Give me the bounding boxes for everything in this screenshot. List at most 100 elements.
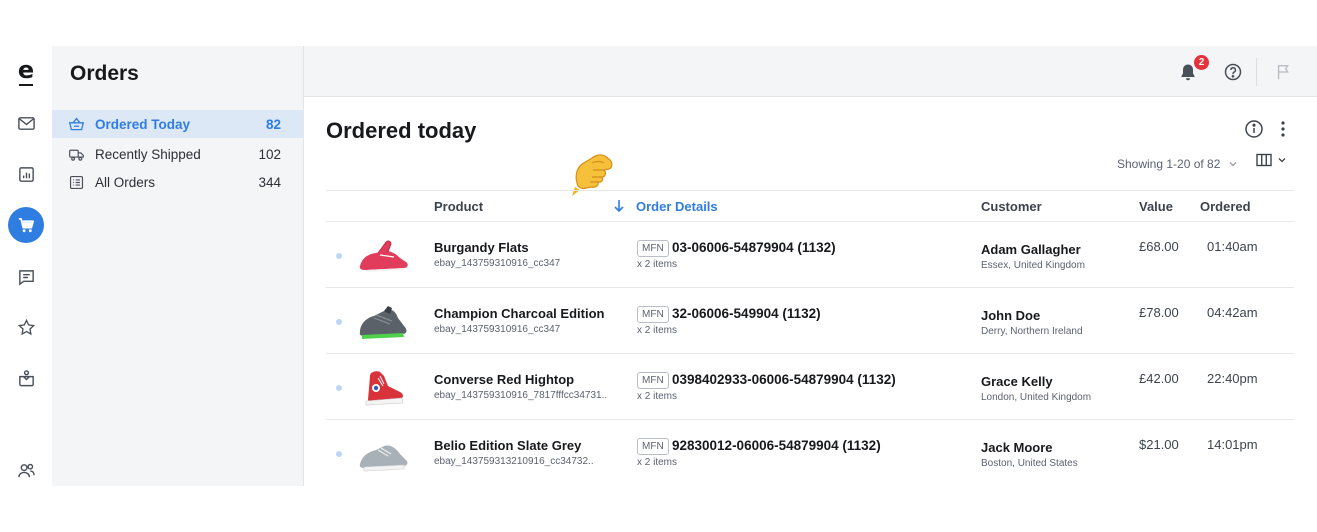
icon-rail: e: [0, 46, 52, 486]
flag-icon: [1277, 65, 1289, 80]
mail-icon: [17, 116, 35, 130]
order-item-count: x 2 items: [637, 391, 678, 402]
sidebar-title: Orders: [70, 62, 139, 85]
order-value: £78.00: [1139, 305, 1179, 320]
order-item-count: x 2 items: [637, 457, 678, 468]
truck-icon: [69, 149, 84, 161]
table-row[interactable]: Burgandy Flats ebay_143759310916_cc347 M…: [326, 222, 1294, 288]
customer-location: London, United Kingdom: [981, 392, 1092, 403]
order-time: 04:42am: [1207, 305, 1258, 320]
order-time: 01:40am: [1207, 239, 1258, 254]
rail-item-reports[interactable]: [0, 158, 52, 190]
flag-button[interactable]: [1272, 60, 1296, 84]
help-icon: [1224, 63, 1242, 81]
product-sku: ebay_143759310916_cc347: [434, 258, 561, 269]
shoe-hightop-image: [365, 371, 404, 406]
order-id[interactable]: 32-06006-549904 (1132): [672, 306, 821, 321]
shoe-flat-image: [359, 240, 408, 272]
column-header-product[interactable]: Product: [434, 199, 483, 214]
sidebar-item-all-orders[interactable]: All Orders 344: [52, 168, 303, 196]
product-sku: ebay_143759310916_cc347: [434, 324, 561, 335]
unread-dot: [336, 385, 342, 391]
customer-name[interactable]: Grace Kelly: [981, 374, 1053, 389]
fulfilment-tag: MFN: [637, 372, 669, 389]
column-header-ordered[interactable]: Ordered: [1200, 199, 1251, 214]
topbar-divider: [1256, 58, 1257, 86]
sidebar-item-count: 102: [258, 146, 281, 162]
customer-location: Boston, United States: [981, 458, 1078, 469]
unread-dot: [336, 319, 342, 325]
order-item-count: x 2 items: [637, 325, 678, 336]
chevron-down-icon: [1229, 162, 1237, 167]
customer-location: Essex, United Kingdom: [981, 260, 1085, 271]
order-value: $21.00: [1139, 437, 1179, 452]
table-row[interactable]: Belio Edition Slate Grey ebay_1437593132…: [326, 420, 1294, 486]
help-button[interactable]: [1221, 60, 1245, 84]
sidebar-item-label: Ordered Today: [95, 116, 191, 132]
more-options-icon[interactable]: [1276, 119, 1290, 139]
order-id[interactable]: 92830012-06006-54879904 (1132): [672, 438, 881, 453]
sidebar-item-count: 344: [258, 174, 281, 190]
reports-icon: [18, 166, 34, 182]
rail-item-mail[interactable]: [0, 107, 52, 139]
order-time: 14:01pm: [1207, 437, 1258, 452]
messages-icon: [18, 269, 34, 286]
top-bar: [304, 46, 1317, 97]
order-time: 22:40pm: [1207, 371, 1258, 386]
product-sku: ebay_143759313210916_cc34732..: [434, 456, 594, 467]
star-icon: [17, 318, 35, 335]
sidebar-item-ordered-today[interactable]: Ordered Today 82: [52, 110, 303, 138]
rail-item-messages[interactable]: [0, 261, 52, 293]
customer-name[interactable]: Adam Gallagher: [981, 242, 1081, 257]
order-id[interactable]: 0398402933-06006-54879904 (1132): [672, 372, 896, 387]
sidebar-item-count: 82: [265, 116, 281, 132]
shoe-sneaker-image: [359, 306, 407, 339]
column-header-order-details[interactable]: Order Details: [636, 199, 718, 214]
app-logo[interactable]: e: [0, 54, 52, 86]
column-header-customer[interactable]: Customer: [981, 199, 1042, 214]
chevron-down-icon: [1278, 158, 1286, 163]
rail-item-favorites[interactable]: [0, 311, 52, 343]
fulfilment-tag: MFN: [637, 306, 669, 323]
rail-item-orders[interactable]: [0, 207, 52, 243]
product-name[interactable]: Belio Edition Slate Grey: [434, 438, 581, 453]
rail-active-indicator: [8, 207, 44, 243]
sidebar-item-label: All Orders: [95, 174, 156, 190]
cart-icon: [18, 217, 34, 232]
columns-icon: [1256, 153, 1272, 167]
sidebar-item-label: Recently Shipped: [95, 146, 201, 162]
product-name[interactable]: Converse Red Hightop: [434, 372, 574, 387]
customer-location: Derry, Northern Ireland: [981, 326, 1083, 337]
customer-name[interactable]: John Doe: [981, 308, 1040, 323]
users-icon: [17, 463, 35, 477]
columns-button[interactable]: [1256, 153, 1288, 167]
product-name[interactable]: Champion Charcoal Edition: [434, 306, 604, 321]
table-row[interactable]: Champion Charcoal Edition ebay_143759310…: [326, 288, 1294, 354]
customer-name[interactable]: Jack Moore: [981, 440, 1053, 455]
sidebar-item-recently-shipped[interactable]: Recently Shipped 102: [52, 140, 303, 168]
product-name[interactable]: Burgandy Flats: [434, 240, 529, 255]
fulfilment-tag: MFN: [637, 438, 669, 455]
notification-badge: 2: [1193, 54, 1210, 71]
rail-item-inventory[interactable]: [0, 362, 52, 394]
shoe-slipon-image: [359, 445, 408, 472]
unread-dot: [336, 253, 342, 259]
basket-icon: [68, 117, 85, 130]
logo-letter: e: [17, 56, 35, 86]
unread-dot: [336, 451, 342, 457]
sort-down-arrow-icon[interactable]: [612, 198, 626, 214]
pagination-selector[interactable]: Showing 1-20 of 82: [1117, 157, 1238, 171]
info-icon[interactable]: [1244, 119, 1264, 139]
fulfilment-tag: MFN: [637, 240, 669, 257]
orders-table-header: Product Order Details Customer Value Ord…: [326, 190, 1294, 222]
table-row[interactable]: Converse Red Hightop ebay_143759310916_7…: [326, 354, 1294, 420]
column-header-value[interactable]: Value: [1139, 199, 1173, 214]
page-title: Ordered today: [326, 118, 477, 143]
orders-sidebar: Orders Ordered Today 82 Recently Shipped…: [52, 46, 304, 486]
pagination-text: Showing 1-20 of 82: [1117, 157, 1221, 171]
rail-item-users[interactable]: [0, 454, 52, 486]
box-icon: [18, 369, 34, 386]
order-id[interactable]: 03-06006-54879904 (1132): [672, 240, 836, 255]
order-value: £42.00: [1139, 371, 1179, 386]
product-sku: ebay_143759310916_7817fffcc34731..: [434, 390, 608, 401]
